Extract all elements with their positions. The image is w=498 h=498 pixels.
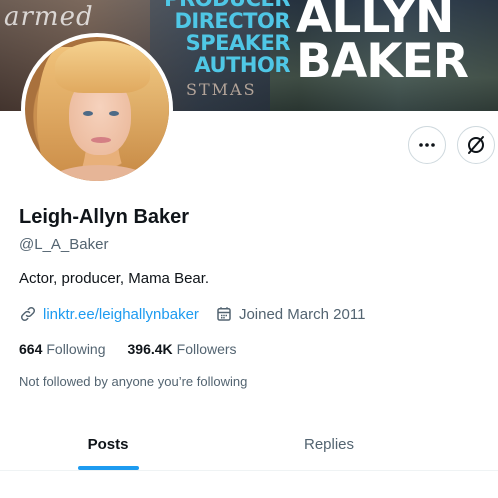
calendar-icon-wrap [215, 305, 233, 323]
tab-replies[interactable]: Replies [279, 418, 379, 471]
following-count: 664 [19, 341, 43, 357]
banner-name: ALLYN BAKER [296, 0, 469, 89]
subscribe-button[interactable] [457, 126, 495, 164]
tab-posts[interactable]: Posts [58, 418, 158, 471]
profile-link[interactable]: linktr.ee/leighallynbaker [43, 306, 199, 323]
following-link[interactable]: 664 Following [19, 341, 106, 357]
avatar[interactable] [21, 33, 173, 185]
banner-roles-text: PRODUCER DIRECTOR SPEAKER AUTHOR [150, 0, 290, 76]
joined-date: Joined March 2011 [238, 305, 366, 323]
bio: Actor, producer, Mama Bear. [19, 270, 210, 287]
not-followed-notice: Not followed by anyone you’re following [19, 374, 248, 389]
followers-count: 396.4K [127, 341, 173, 357]
avatar-hair-top [55, 41, 150, 93]
avatar-eye-right [109, 111, 119, 116]
follow-counts: 664 Following 396.4K Followers [19, 341, 237, 357]
profile-tabs: Posts Replies [0, 418, 498, 471]
profile-meta: linktr.ee/leighallynbaker Joined March 2… [19, 304, 365, 324]
tab-selected-indicator [78, 466, 139, 470]
banner-name-line2: BAKER [296, 34, 469, 89]
followers-link[interactable]: 396.4K Followers [128, 341, 237, 357]
avatar-eye-left [83, 111, 93, 116]
more-options-button[interactable] [408, 126, 446, 164]
more-horizontal-icon [419, 143, 435, 147]
banner-script-text: armed [4, 2, 94, 32]
user-handle: @L_A_Baker [19, 236, 109, 253]
avatar-lips [91, 137, 111, 143]
banner-poster-text: STMAS [186, 80, 257, 99]
following-label: Following [46, 341, 106, 357]
followers-label: Followers [176, 341, 237, 357]
subscribe-icon [468, 136, 484, 154]
banner-roles: PRODUCER DIRECTOR SPEAKER AUTHOR [164, 0, 290, 77]
display-name: Leigh-Allyn Baker [19, 206, 190, 228]
link-icon [20, 306, 36, 322]
calendar-icon [217, 307, 231, 321]
